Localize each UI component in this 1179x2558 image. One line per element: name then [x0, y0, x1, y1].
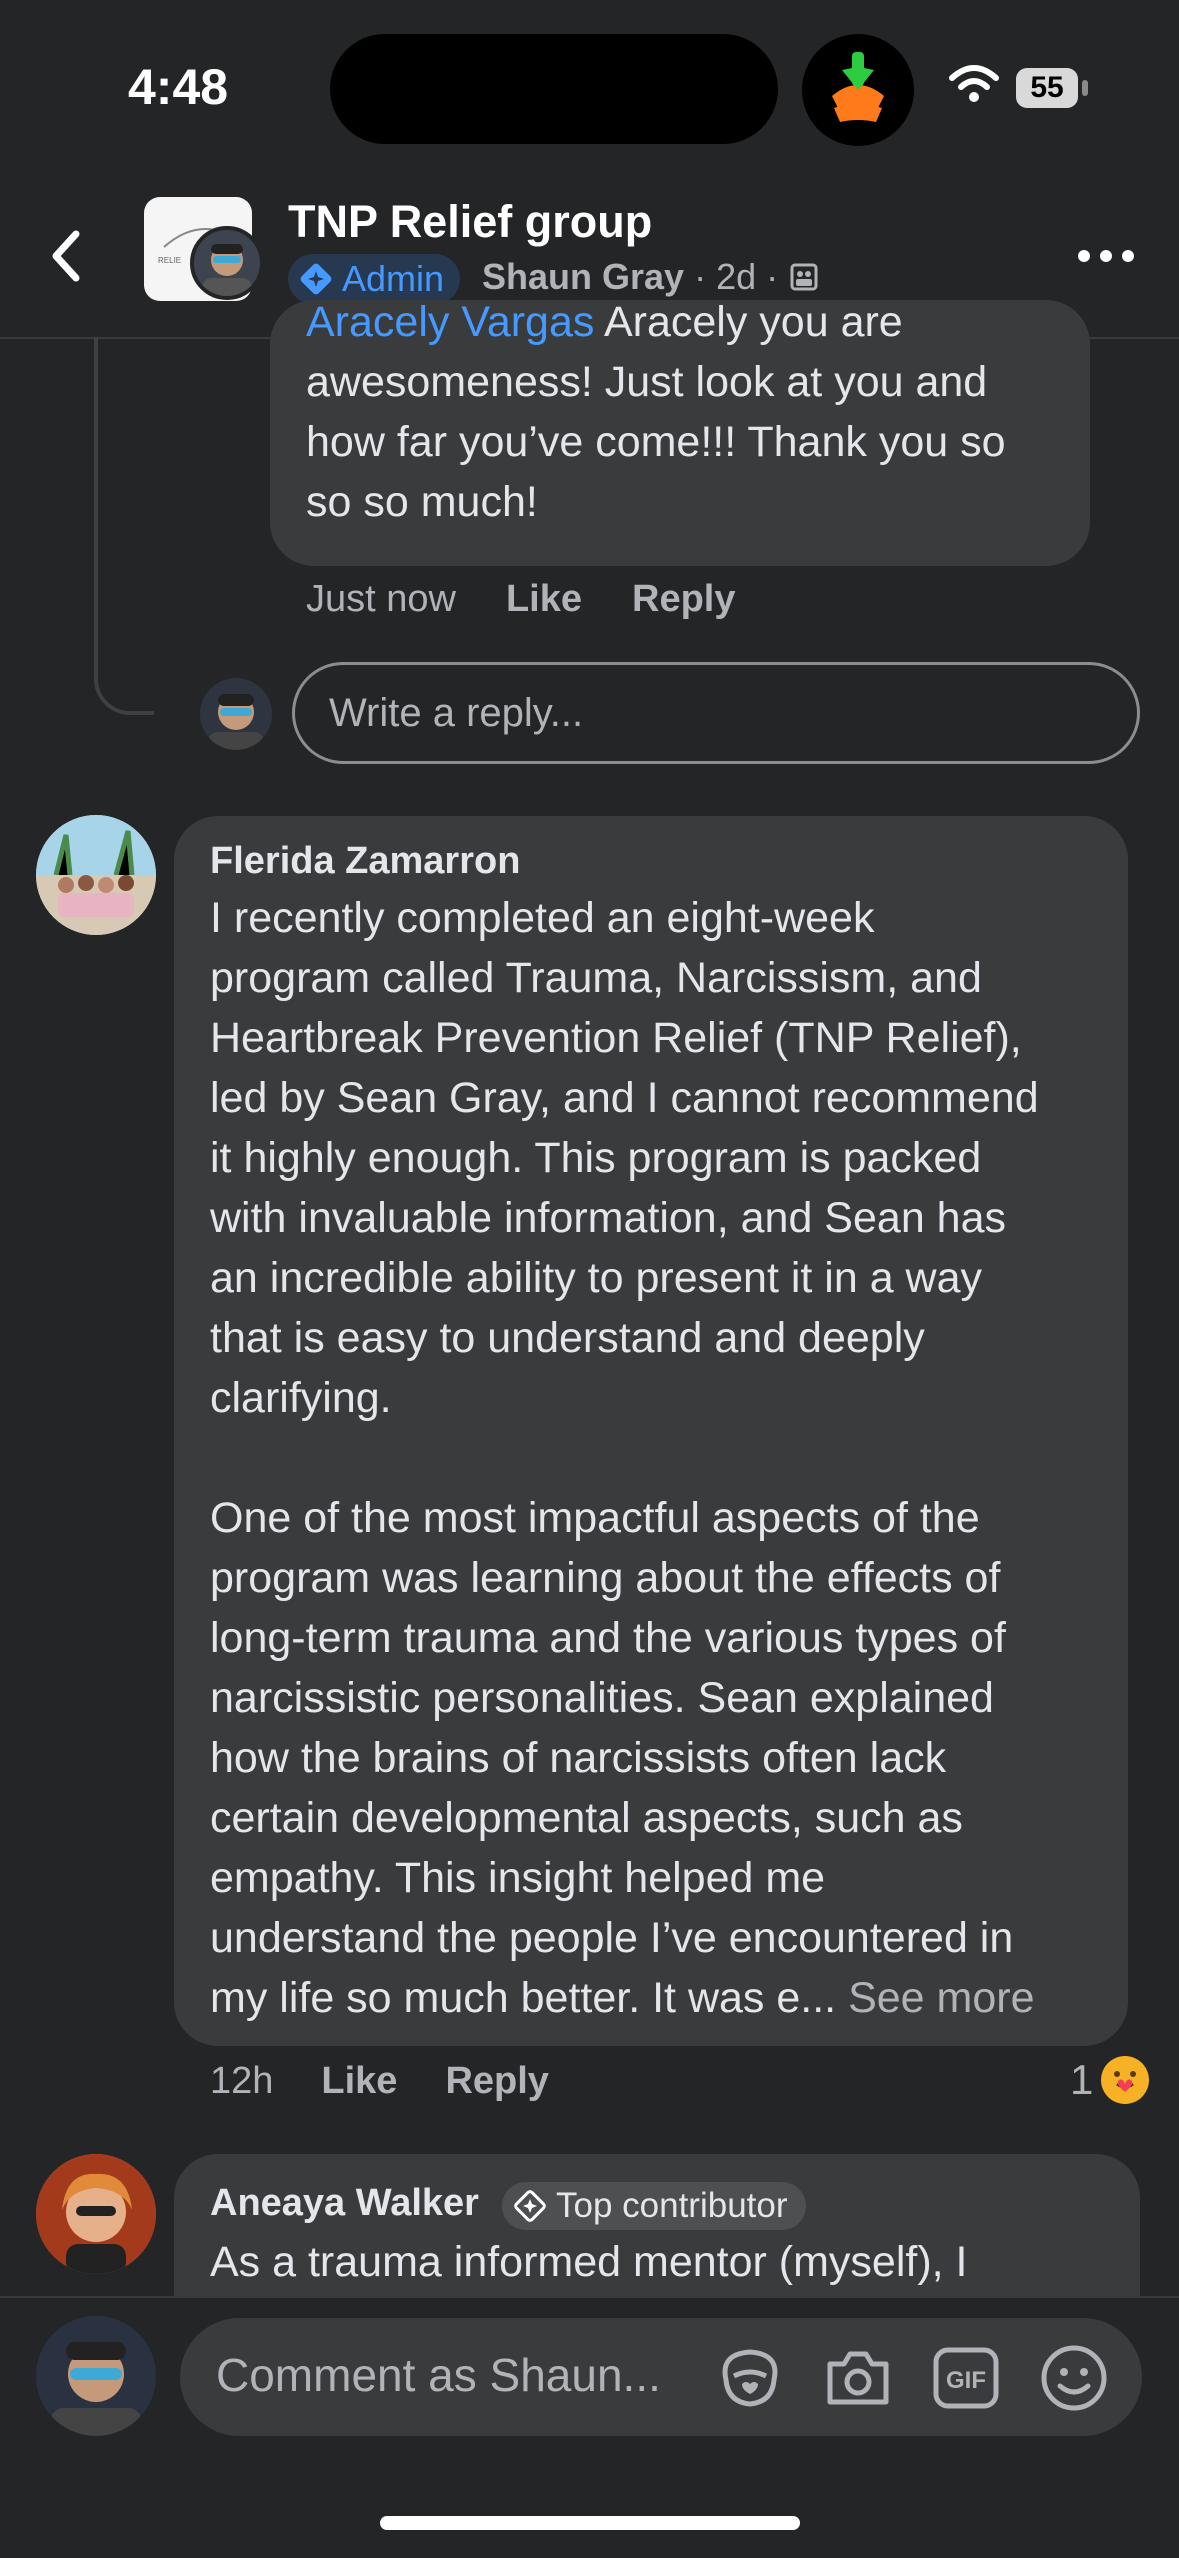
author-avatar[interactable]	[190, 226, 264, 300]
reaction-summary[interactable]: 1	[1070, 2054, 1151, 2106]
thread-connector	[94, 337, 154, 715]
svg-text:RELIE: RELIE	[158, 256, 181, 265]
dynamic-island	[330, 34, 778, 144]
like-button[interactable]: Like	[506, 578, 582, 621]
like-button[interactable]: Like	[321, 2060, 397, 2103]
admin-badge: Admin	[288, 254, 461, 304]
comment-placeholder[interactable]: Comment as Shaun...	[216, 2348, 661, 2402]
battery-indicator: 55	[1016, 68, 1078, 108]
reply-button[interactable]: Reply	[632, 578, 735, 621]
top-contributor-badge[interactable]: Top contributor	[502, 2182, 806, 2230]
care-reaction-icon	[1101, 2056, 1150, 2104]
post-author[interactable]: Shaun Gray	[482, 256, 684, 298]
commenter-avatar[interactable]	[36, 2154, 156, 2274]
comment-text: I recently completed an eight-week progr…	[210, 894, 1039, 2022]
current-user-avatar[interactable]	[200, 678, 272, 750]
comment-body: As a trauma informed mentor (myself), I	[210, 2238, 968, 2286]
status-time: 4:48	[128, 59, 229, 115]
admin-badge-label: Admin	[342, 258, 445, 299]
composer-avatar[interactable]	[36, 2316, 156, 2436]
more-options-icon[interactable]	[1076, 248, 1136, 269]
gif-icon[interactable]: GIF	[928, 2340, 1004, 2416]
top-contributor-label: Top contributor	[556, 2186, 788, 2225]
camera-icon[interactable]	[820, 2340, 896, 2416]
reply-body: Aracely Vargas Aracely you are awesomene…	[306, 300, 1066, 532]
group-audience-icon	[790, 263, 818, 291]
post-meta: Shaun Gray · 2d ·	[482, 256, 820, 298]
reply-actions: Just now Like Reply	[306, 578, 736, 621]
comment-author[interactable]: Flerida Zamarron	[210, 840, 520, 883]
reply-input[interactable]: Write a reply...	[292, 662, 1140, 764]
comment-actions: 12h Like Reply	[210, 2060, 549, 2103]
post-age[interactable]: 2d	[716, 256, 756, 298]
emoji-icon[interactable]	[1036, 2340, 1112, 2416]
reaction-count: 1	[1070, 2056, 1094, 2103]
commenter-avatar[interactable]	[36, 815, 156, 935]
meta-separator: ·	[694, 256, 707, 297]
comment-author[interactable]: Aneaya Walker	[210, 2182, 479, 2225]
meta-separator: ·	[766, 256, 779, 297]
carrot-app-icon	[802, 34, 914, 146]
mention-link[interactable]: Aracely Vargas	[306, 300, 594, 346]
svg-text:GIF: GIF	[946, 2367, 986, 2394]
reply-button[interactable]: Reply	[445, 2060, 548, 2103]
avatar-sticker-icon[interactable]	[712, 2340, 788, 2416]
top-contributor-icon	[514, 2190, 546, 2222]
wifi-icon	[948, 64, 1000, 109]
admin-shield-icon	[300, 263, 332, 295]
reply-bubble: Aracely Vargas Aracely you are awesomene…	[270, 300, 1090, 566]
home-indicator[interactable]	[380, 2516, 800, 2530]
reply-timestamp: Just now	[306, 578, 456, 620]
battery-tip	[1082, 80, 1088, 96]
comment-timestamp: 12h	[210, 2060, 274, 2102]
group-title[interactable]: TNP Relief group	[288, 196, 652, 248]
see-more-link[interactable]: See more	[848, 1974, 1034, 2022]
comment-body: I recently completed an eight-week progr…	[210, 888, 1110, 2028]
back-icon[interactable]	[46, 228, 86, 289]
